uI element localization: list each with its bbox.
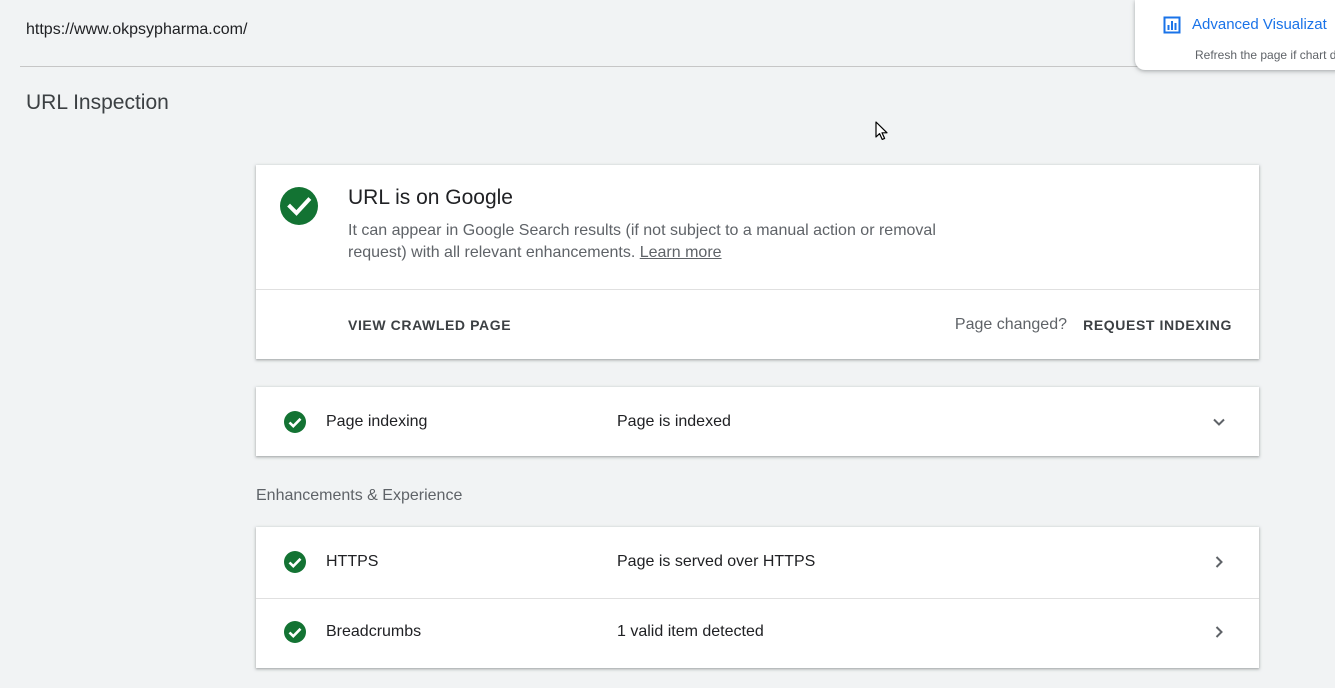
check-circle-icon <box>280 187 318 225</box>
page-title: URL Inspection <box>26 91 169 114</box>
row-value: 1 valid item detected <box>617 623 764 640</box>
row-label: Page indexing <box>326 413 428 430</box>
toast-subtitle: Refresh the page if chart d <box>1195 48 1335 62</box>
toast-title[interactable]: Advanced Visualizat <box>1192 16 1327 33</box>
chart-toast[interactable]: Advanced Visualizat Refresh the page if … <box>1135 0 1335 70</box>
enhancements-card: HTTPS Page is served over HTTPS Breadcru… <box>256 527 1259 668</box>
row-label: Breadcrumbs <box>326 623 422 640</box>
row-value: Page is served over HTTPS <box>617 553 816 570</box>
learn-more-link[interactable]: Learn more <box>640 244 722 261</box>
chevron-down-icon[interactable] <box>1211 414 1227 430</box>
check-circle-icon <box>284 621 306 643</box>
status-description: It can appear in Google Search results (… <box>348 220 988 264</box>
header-divider <box>20 66 1150 67</box>
row-label: HTTPS <box>326 553 379 570</box>
view-crawled-page-button[interactable]: VIEW CRAWLED PAGE <box>348 317 511 333</box>
section-label: Enhancements & Experience <box>256 487 463 504</box>
page-changed-label: Page changed? <box>954 316 1067 333</box>
breadcrumbs-row[interactable]: Breadcrumbs 1 valid item detected <box>256 597 1259 667</box>
mouse-cursor-icon <box>875 121 888 140</box>
page-indexing-card: Page indexing Page is indexed <box>256 387 1259 456</box>
row-value: Page is indexed <box>617 413 731 430</box>
check-circle-icon <box>284 411 306 433</box>
chevron-right-icon[interactable] <box>1211 624 1227 640</box>
chevron-right-icon[interactable] <box>1211 554 1227 570</box>
url-text: https://www.okpsypharma.com/ <box>26 21 248 38</box>
https-row[interactable]: HTTPS Page is served over HTTPS <box>256 527 1259 597</box>
check-circle-icon <box>284 551 306 573</box>
url-status-card: URL is on Google It can appear in Google… <box>256 165 1259 359</box>
bar-chart-icon <box>1163 16 1181 34</box>
request-indexing-button[interactable]: REQUEST INDEXING <box>1083 317 1232 333</box>
page-indexing-row[interactable]: Page indexing Page is indexed <box>256 387 1259 457</box>
card-divider <box>256 289 1259 290</box>
status-title: URL is on Google <box>348 186 513 209</box>
